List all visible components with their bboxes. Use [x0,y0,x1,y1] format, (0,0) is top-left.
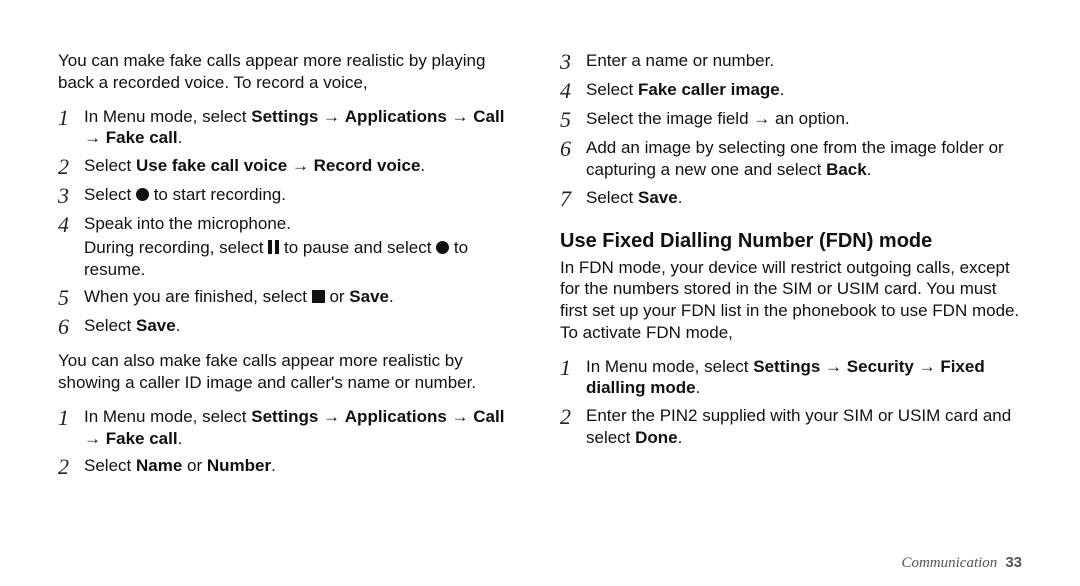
step-number: 2 [58,455,84,478]
step: 3Enter a name or number. [560,50,1022,73]
step-body: Select Use fake call voice → Record voic… [84,155,520,177]
step: 1In Menu mode, select Settings → Applica… [58,406,520,450]
footer-section: Communication [901,555,997,572]
step: 2Enter the PIN2 supplied with your SIM o… [560,405,1022,449]
step: 1In Menu mode, select Settings → Applica… [58,106,520,150]
step-extra: During recording, select to pause and se… [84,237,520,281]
stop-icon [312,290,325,303]
manual-page: You can make fake calls appear more real… [0,0,1080,586]
step: 5When you are finished, select or Save. [58,286,520,309]
step-body: Speak into the microphone.During recordi… [84,213,520,280]
step-body: Select to start recording. [84,184,520,206]
step-number: 6 [560,137,586,160]
step-number: 6 [58,315,84,338]
step-body: In Menu mode, select Settings → Applicat… [84,106,520,150]
fake-call-image-steps-right: 3Enter a name or number.4Select Fake cal… [560,50,1022,216]
step: 6Add an image by selecting one from the … [560,137,1022,181]
step-body: Enter a name or number. [586,50,1022,72]
step-number: 3 [58,184,84,207]
record-icon [136,188,149,201]
step: 1In Menu mode, select Settings → Securit… [560,356,1022,400]
left-column: You can make fake calls appear more real… [58,50,520,566]
step-number: 1 [560,356,586,379]
step-body: Add an image by selecting one from the i… [586,137,1022,181]
step-number: 1 [58,106,84,129]
step-body: Enter the PIN2 supplied with your SIM or… [586,405,1022,449]
pause-icon [268,240,279,254]
step-number: 7 [560,187,586,210]
step: 6Select Save. [58,315,520,338]
step: 3Select to start recording. [58,184,520,207]
record-icon [436,241,449,254]
fake-call-image-intro: You can also make fake calls appear more… [58,350,520,394]
fdn-intro: In FDN mode, your device will restrict o… [560,257,1022,344]
page-footer: Communication 33 [901,554,1022,572]
right-column: 3Enter a name or number.4Select Fake cal… [560,50,1022,566]
step-number: 4 [58,213,84,236]
fake-call-image-steps-left: 1In Menu mode, select Settings → Applica… [58,406,520,485]
step-number: 2 [560,405,586,428]
step: 4Speak into the microphone.During record… [58,213,520,280]
step-number: 5 [560,108,586,131]
step-body: In Menu mode, select Settings → Security… [586,356,1022,400]
step-body: Select the image field → an option. [586,108,1022,130]
step-body: When you are finished, select or Save. [84,286,520,308]
step-body: Select Name or Number. [84,455,520,477]
step-number: 2 [58,155,84,178]
step-number: 5 [58,286,84,309]
step-number: 4 [560,79,586,102]
step-number: 3 [560,50,586,73]
fdn-heading: Use Fixed Dialling Number (FDN) mode [560,230,1022,253]
step: 2Select Name or Number. [58,455,520,478]
step-body: Select Save. [586,187,1022,209]
footer-page-number: 33 [1005,554,1022,571]
fake-call-voice-intro: You can make fake calls appear more real… [58,50,520,94]
fdn-steps: 1In Menu mode, select Settings → Securit… [560,356,1022,455]
step: 2Select Use fake call voice → Record voi… [58,155,520,178]
step-body: Select Fake caller image. [586,79,1022,101]
step: 4Select Fake caller image. [560,79,1022,102]
step: 7Select Save. [560,187,1022,210]
step-body: In Menu mode, select Settings → Applicat… [84,406,520,450]
step-number: 1 [58,406,84,429]
fake-call-voice-steps: 1In Menu mode, select Settings → Applica… [58,106,520,345]
step-body: Select Save. [84,315,520,337]
step: 5Select the image field → an option. [560,108,1022,131]
